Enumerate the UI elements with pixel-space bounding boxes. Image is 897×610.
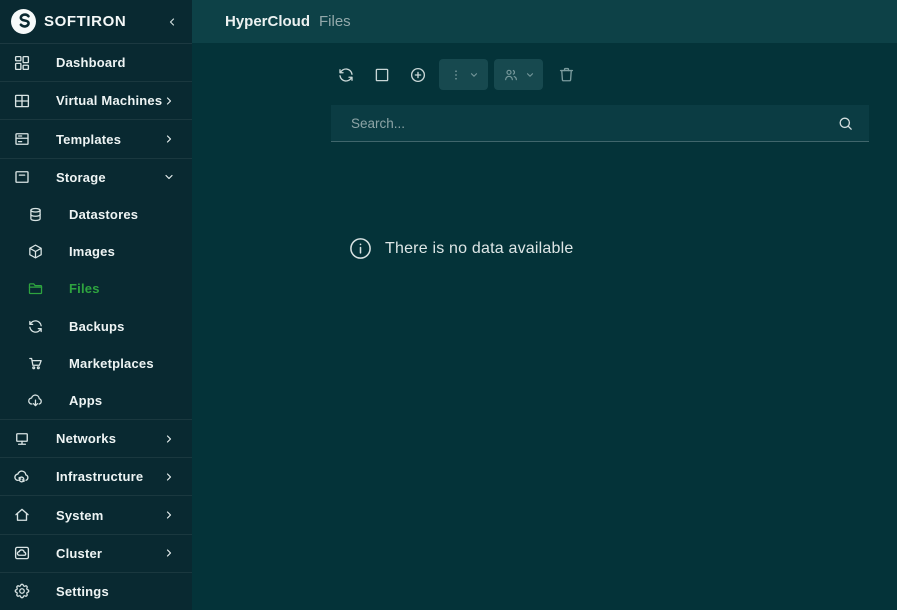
users-icon [503, 67, 519, 83]
sidebar-logo-bar: SOFTIRON [0, 0, 192, 44]
softiron-logo-icon [10, 8, 37, 35]
sidebar-item-label: Dashboard [56, 55, 126, 70]
sidebar-item-storage[interactable]: Storage [0, 158, 192, 196]
search-icon[interactable] [837, 115, 854, 132]
sidebar-item-label: Marketplaces [69, 356, 154, 371]
sidebar-item-cluster[interactable]: Cluster [0, 534, 192, 572]
breadcrumb-page-title: Files [319, 13, 351, 30]
sidebar-item-label: System [56, 508, 103, 523]
sidebar-item-label: Backups [69, 319, 125, 334]
chevron-right-icon [163, 433, 175, 445]
sidebar-item-virtual-machines[interactable]: Virtual Machines [0, 81, 192, 119]
sidebar-item-label: Templates [56, 132, 121, 147]
chevron-down-icon [163, 171, 175, 183]
sidebar-item-label: Files [69, 281, 100, 296]
images-icon [27, 243, 44, 260]
backups-icon [27, 318, 44, 335]
app-window: SOFTIRON Dashboard Virtual Machines [0, 0, 897, 610]
cluster-icon [13, 544, 31, 562]
dashboard-icon [13, 54, 31, 72]
search-input[interactable] [331, 116, 837, 131]
refresh-icon [337, 66, 355, 84]
trash-icon [557, 65, 576, 84]
chevron-right-icon [163, 133, 175, 145]
sidebar-item-label: Cluster [56, 546, 102, 561]
breadcrumb: HyperCloud Files [192, 0, 897, 43]
sidebar-collapse-button[interactable] [166, 16, 178, 28]
networks-icon [13, 430, 31, 448]
sidebar-item-apps[interactable]: Apps [0, 382, 192, 419]
ownership-dropdown-button[interactable] [494, 59, 543, 90]
sidebar-item-label: Infrastructure [56, 469, 143, 484]
brand-name: SOFTIRON [44, 13, 126, 30]
delete-button[interactable] [556, 65, 576, 85]
sidebar-item-templates[interactable]: Templates [0, 119, 192, 157]
sidebar-item-label: Storage [56, 170, 106, 185]
select-all-button[interactable] [373, 66, 391, 84]
sidebar-item-settings[interactable]: Settings [0, 572, 192, 610]
actions-dropdown-button[interactable] [439, 59, 488, 90]
virtual-machines-icon [13, 92, 31, 110]
breadcrumb-app-title: HyperCloud [225, 13, 310, 30]
refresh-button[interactable] [337, 66, 355, 84]
sidebar-item-label: Images [69, 244, 115, 259]
main-area: HyperCloud Files [192, 0, 897, 610]
sidebar-item-infrastructure[interactable]: Infrastructure [0, 457, 192, 495]
search-bar [331, 105, 869, 142]
square-icon [373, 66, 391, 84]
sidebar-item-dashboard[interactable]: Dashboard [0, 44, 192, 81]
add-button[interactable] [409, 66, 427, 84]
empty-state-message: There is no data available [385, 240, 573, 258]
storage-icon [13, 168, 31, 186]
infrastructure-icon [13, 468, 31, 486]
chevron-right-icon [163, 471, 175, 483]
chevron-right-icon [163, 509, 175, 521]
sidebar-item-label: Apps [69, 393, 102, 408]
apps-icon [27, 392, 44, 409]
sidebar-item-label: Settings [56, 584, 109, 599]
sidebar-item-images[interactable]: Images [0, 233, 192, 270]
datastores-icon [27, 206, 44, 223]
sidebar-item-system[interactable]: System [0, 495, 192, 533]
sidebar-item-backups[interactable]: Backups [0, 307, 192, 344]
ellipsis-vertical-icon [449, 68, 463, 82]
system-icon [13, 506, 31, 524]
chevron-left-icon [166, 16, 178, 28]
sidebar-item-label: Virtual Machines [56, 93, 162, 108]
info-icon [349, 237, 372, 260]
sidebar-item-label: Datastores [69, 207, 138, 222]
sidebar-item-label: Networks [56, 431, 116, 446]
chevron-down-icon [525, 70, 535, 80]
sidebar-item-datastores[interactable]: Datastores [0, 196, 192, 233]
plus-circle-icon [409, 66, 427, 84]
sidebar-nav: Dashboard Virtual Machines Templates [0, 44, 192, 610]
empty-state: There is no data available [349, 237, 573, 260]
files-icon [27, 280, 44, 297]
sidebar-item-files[interactable]: Files [0, 270, 192, 307]
marketplaces-icon [27, 355, 44, 372]
sidebar-item-marketplaces[interactable]: Marketplaces [0, 345, 192, 382]
chevron-right-icon [163, 95, 175, 107]
chevron-down-icon [469, 70, 479, 80]
templates-icon [13, 130, 31, 148]
sidebar-item-networks[interactable]: Networks [0, 419, 192, 457]
sidebar: SOFTIRON Dashboard Virtual Machines [0, 0, 192, 610]
toolbar [337, 58, 576, 91]
chevron-right-icon [163, 547, 175, 559]
content-area: There is no data available [192, 43, 897, 610]
settings-icon [13, 582, 31, 600]
